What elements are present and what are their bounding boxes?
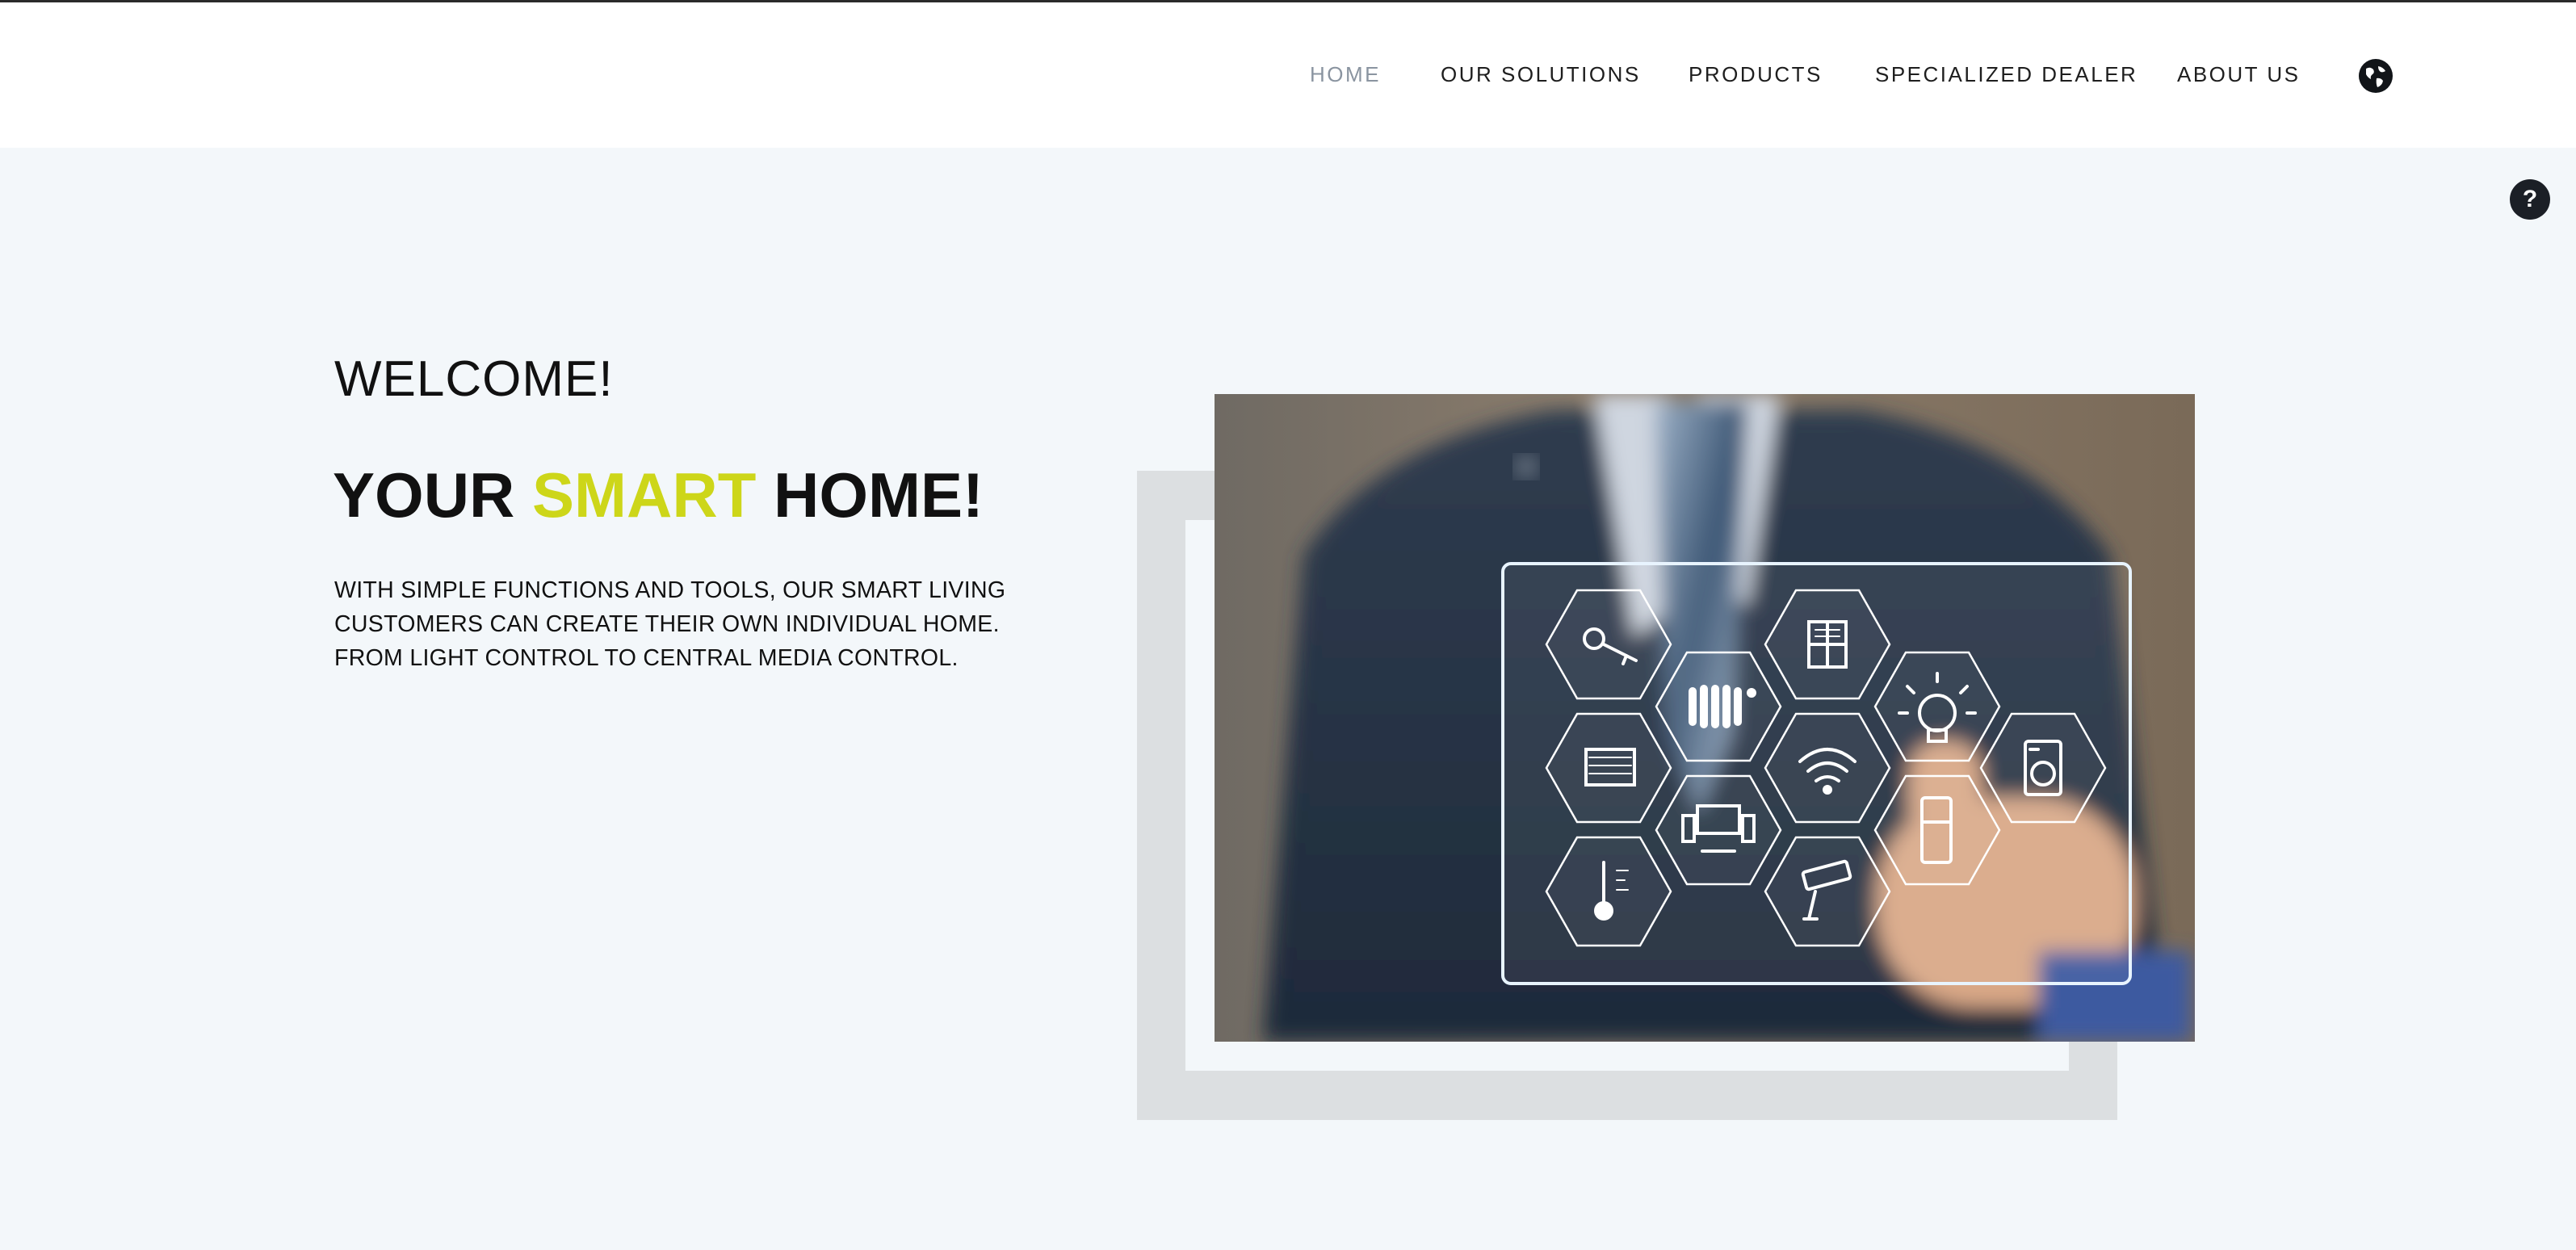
headline-accent: SMART xyxy=(532,459,757,531)
site-header: HOME OUR SOLUTIONS PRODUCTS SPECIALIZED … xyxy=(0,2,2576,148)
headline-part2: HOME! xyxy=(774,459,984,531)
nav-specialized-dealer[interactable]: SPECIALIZED DEALER xyxy=(1875,61,2138,88)
help-button[interactable]: ? xyxy=(2510,179,2550,220)
hero-headline: YOUR SMART HOME! xyxy=(333,459,984,531)
nav-home[interactable]: HOME xyxy=(1310,61,1381,88)
nav-our-solutions[interactable]: OUR SOLUTIONS xyxy=(1441,61,1641,88)
headline-part1: YOUR xyxy=(333,459,515,531)
hero-image xyxy=(1215,394,2195,1042)
globe-icon[interactable] xyxy=(2359,59,2393,93)
main-nav: HOME OUR SOLUTIONS PRODUCTS SPECIALIZED … xyxy=(0,2,2576,148)
nav-products[interactable]: PRODUCTS xyxy=(1689,61,1823,88)
welcome-heading: WELCOME! xyxy=(334,351,614,407)
help-icon: ? xyxy=(2522,186,2538,212)
hero-description: WITH SIMPLE FUNCTIONS AND TOOLS, OUR SMA… xyxy=(334,577,1006,671)
nav-about-us[interactable]: ABOUT US xyxy=(2177,61,2300,88)
